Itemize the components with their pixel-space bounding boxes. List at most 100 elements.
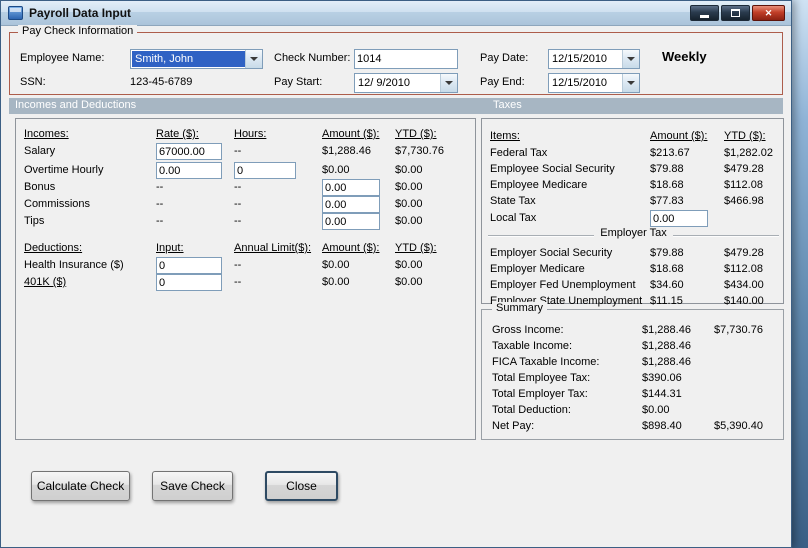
- window-title: Payroll Data Input: [29, 6, 132, 20]
- row-label: Federal Tax: [490, 147, 548, 159]
- deductions-header-row: Deductions: Input: Annual Limit($): Amou…: [16, 242, 475, 258]
- check-number-input[interactable]: [354, 49, 458, 69]
- pay-date-picker[interactable]: 12/15/2010: [548, 49, 640, 69]
- summary-row: FICA Taxable Income: $1,288.46: [482, 356, 783, 372]
- maximize-icon: [731, 9, 740, 17]
- pay-end-dropdown-button[interactable]: [622, 74, 639, 92]
- row-label: Total Employer Tax:: [492, 388, 588, 400]
- cell-value: --: [234, 259, 242, 271]
- salary-rate-input[interactable]: [156, 143, 222, 160]
- overtime-hours-input[interactable]: [234, 162, 296, 179]
- pay-start-value: 12/ 9/2010: [358, 77, 410, 89]
- employee-name-dropdown-button[interactable]: [245, 50, 262, 68]
- row-label: Employer Social Security: [490, 247, 613, 259]
- employee-name-combobox[interactable]: Smith, John: [130, 49, 263, 69]
- employee-name-label: Employee Name:: [20, 52, 105, 64]
- paycheck-info-groupbox: Pay Check Information Employee Name: Smi…: [9, 25, 783, 95]
- pay-end-value: 12/15/2010: [552, 77, 608, 89]
- tax-row: State Tax $77.83 $466.98: [482, 195, 783, 211]
- cell-value: $18.68: [650, 263, 684, 275]
- cell-value: $140.00: [724, 295, 764, 307]
- cell-value: $77.83: [650, 195, 684, 207]
- cell-value: $1,288.46: [642, 356, 691, 368]
- cell-value: $0.00: [395, 164, 423, 176]
- tax-row: Employer Medicare $18.68 $112.08: [482, 263, 783, 279]
- row-label: Net Pay:: [492, 420, 535, 432]
- column-header: Input:: [156, 242, 184, 254]
- column-header: Amount ($):: [322, 128, 380, 140]
- minimize-button[interactable]: [690, 5, 719, 21]
- pay-date-dropdown-button[interactable]: [622, 50, 639, 68]
- save-check-button[interactable]: Save Check: [152, 471, 233, 501]
- bonus-amount-input[interactable]: [322, 179, 380, 196]
- cell-value: $144.31: [642, 388, 682, 400]
- cell-value: $5,390.40: [714, 420, 763, 432]
- dropdown-arrow-icon: [627, 57, 635, 61]
- cell-value: $112.08: [724, 263, 763, 275]
- cell-value: $34.60: [650, 279, 684, 291]
- row-label: State Tax: [490, 195, 536, 207]
- cell-value: $213.67: [650, 147, 690, 159]
- maximize-button[interactable]: [721, 5, 750, 21]
- pay-start-dropdown-button[interactable]: [440, 74, 457, 92]
- incomes-deductions-panel: Incomes: Rate ($): Hours: Amount ($): YT…: [15, 118, 476, 440]
- 401k-input[interactable]: [156, 274, 222, 291]
- cell-value: --: [234, 215, 242, 227]
- tax-row: Employer Social Security $79.88 $479.28: [482, 247, 783, 263]
- cell-value: $0.00: [395, 198, 423, 210]
- pay-end-picker[interactable]: 12/15/2010: [548, 73, 640, 93]
- titlebar[interactable]: Payroll Data Input ✕: [1, 1, 791, 26]
- deduction-row-401k: 401K ($) -- $0.00 $0.00: [16, 274, 475, 292]
- pay-start-picker[interactable]: 12/ 9/2010: [354, 73, 458, 93]
- summary-row: Taxable Income: $1,288.46: [482, 340, 783, 356]
- cell-value: $11.15: [650, 295, 683, 307]
- row-label: Taxable Income:: [492, 340, 573, 352]
- row-label: Local Tax: [490, 212, 537, 224]
- income-row-salary: Salary -- $1,288.46 $7,730.76: [16, 143, 475, 161]
- cell-value: $898.40: [642, 420, 682, 432]
- cell-value: --: [156, 198, 164, 210]
- column-header: Rate ($):: [156, 128, 199, 140]
- tips-amount-input[interactable]: [322, 213, 380, 230]
- taxes-panel: Items: Amount ($): YTD ($): Federal Tax …: [481, 118, 784, 307]
- minimize-icon: [700, 15, 709, 18]
- health-insurance-input[interactable]: [156, 257, 222, 274]
- payroll-window: Payroll Data Input ✕ Pay Check Informati…: [0, 0, 792, 548]
- 401k-link[interactable]: 401K ($): [24, 276, 66, 288]
- cell-value: $0.00: [395, 215, 423, 227]
- cell-value: $0.00: [322, 259, 350, 271]
- cell-value: $0.00: [322, 276, 350, 288]
- close-icon: ✕: [764, 7, 773, 18]
- local-tax-input[interactable]: [650, 210, 708, 227]
- employer-tax-divider: Employer Tax: [488, 227, 779, 242]
- cell-value: $0.00: [395, 276, 423, 288]
- incomes-header-row: Incomes: Rate ($): Hours: Amount ($): YT…: [16, 128, 475, 144]
- cell-value: --: [234, 145, 242, 157]
- calculate-check-button[interactable]: Calculate Check: [31, 471, 130, 501]
- summary-groupbox: Summary Gross Income: $1,288.46 $7,730.7…: [481, 302, 784, 440]
- overtime-rate-input[interactable]: [156, 162, 222, 179]
- employee-name-selected-value: Smith, John: [132, 51, 245, 67]
- row-label: Total Employee Tax:: [492, 372, 591, 384]
- window-controls: ✕: [688, 5, 785, 21]
- ssn-label: SSN:: [20, 76, 46, 88]
- row-label: Employer Medicare: [490, 263, 585, 275]
- tax-row-local: Local Tax: [482, 210, 783, 228]
- summary-row: Gross Income: $1,288.46 $7,730.76: [482, 324, 783, 340]
- dropdown-arrow-icon: [250, 57, 258, 61]
- cell-value: --: [156, 181, 164, 193]
- employer-tax-header: Employer Tax: [594, 227, 673, 239]
- cell-value: $0.00: [395, 181, 423, 193]
- commissions-amount-input[interactable]: [322, 196, 380, 213]
- close-button[interactable]: ✕: [752, 5, 785, 21]
- row-label: Gross Income:: [492, 324, 564, 336]
- cell-value: $79.88: [650, 163, 684, 175]
- column-header: Amount ($):: [650, 130, 708, 142]
- incomes-section-header: Incomes and Deductions: [15, 99, 137, 111]
- close-check-button[interactable]: Close: [265, 471, 338, 501]
- row-label: Total Deduction:: [492, 404, 571, 416]
- column-header: Deductions:: [24, 242, 83, 254]
- cell-value: --: [234, 276, 242, 288]
- cell-value: $79.88: [650, 247, 684, 259]
- pay-date-label: Pay Date:: [480, 52, 529, 64]
